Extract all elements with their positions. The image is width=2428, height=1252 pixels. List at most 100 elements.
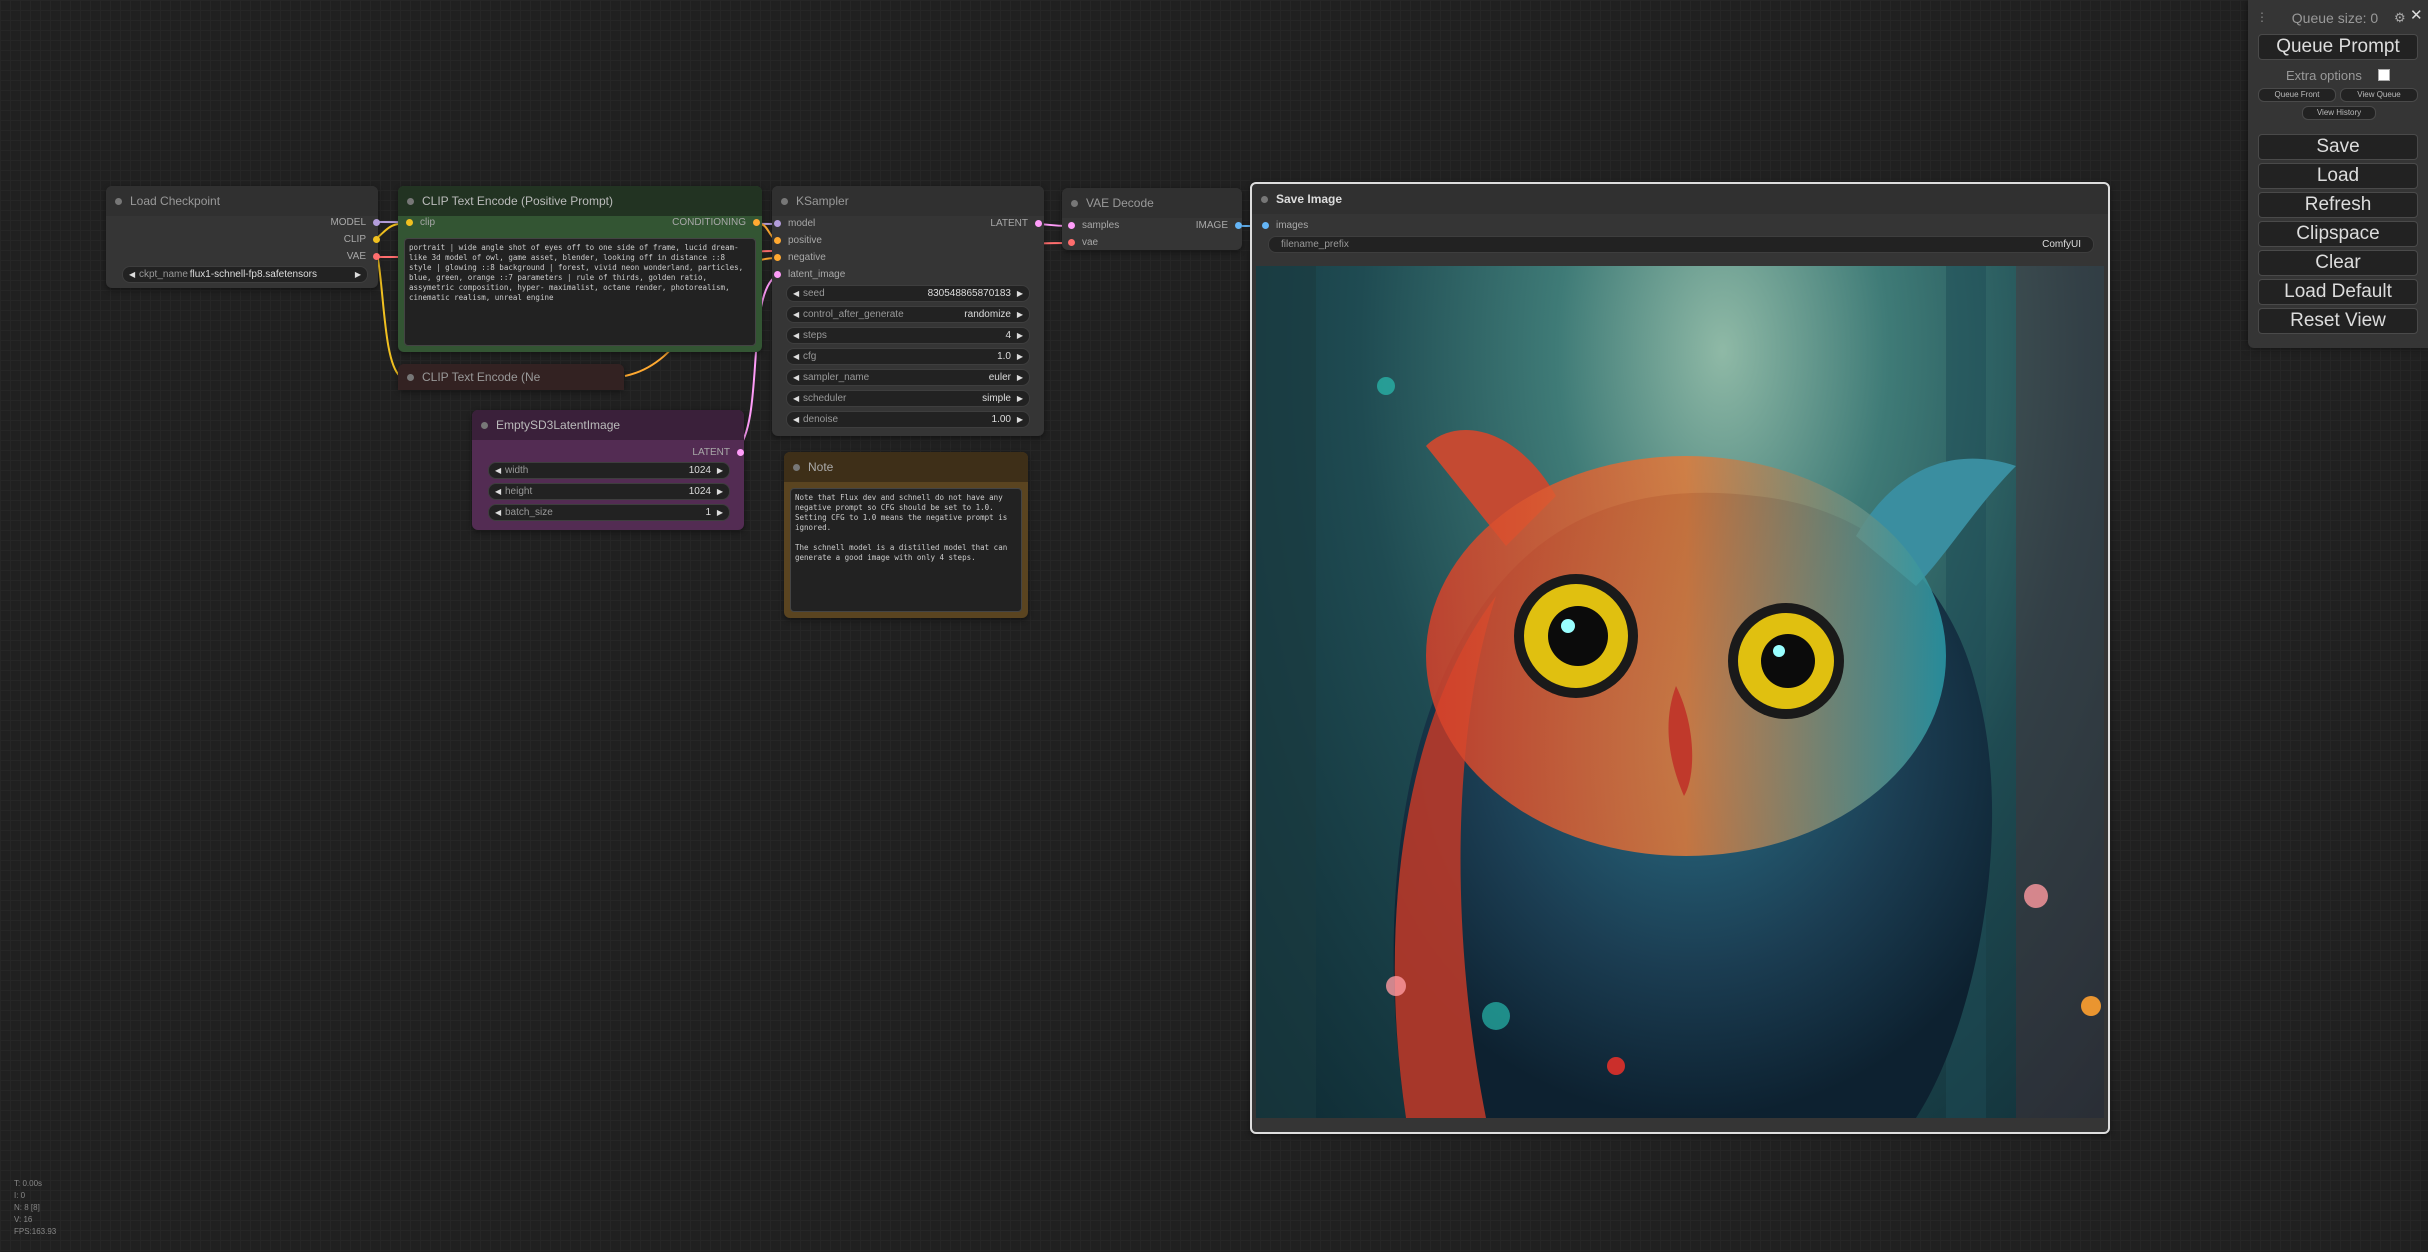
scheduler-widget[interactable]: ◀ scheduler simple ▶ (786, 390, 1030, 407)
height-widget[interactable]: ◀ height 1024 ▶ (488, 483, 730, 500)
note-textarea[interactable]: Note that Flux dev and schnell do not ha… (790, 488, 1022, 612)
port-dot[interactable] (737, 449, 744, 456)
view-history-button[interactable]: View History (2302, 106, 2376, 120)
port-dot[interactable] (1068, 222, 1075, 229)
queue-front-button[interactable]: Queue Front (2258, 88, 2336, 102)
steps-widget[interactable]: ◀ steps 4 ▶ (786, 327, 1030, 344)
node-title[interactable]: CLIP Text Encode (Ne (398, 364, 624, 390)
arrow-left-icon[interactable]: ◀ (793, 370, 799, 385)
collapse-dot[interactable] (115, 198, 122, 205)
node-title[interactable]: Load Checkpoint (106, 186, 378, 216)
arrow-right-icon[interactable]: ▶ (1017, 286, 1023, 301)
arrow-left-icon[interactable]: ◀ (495, 463, 501, 478)
collapse-dot[interactable] (481, 422, 488, 429)
output-vae[interactable]: VAE (286, 250, 380, 264)
node-empty-latent-image[interactable]: EmptySD3LatentImage LATENT ◀ width 1024 ▶ ◀… (472, 410, 744, 530)
node-clip-text-encode-negative[interactable]: CLIP Text Encode (Ne (398, 364, 624, 390)
collapse-dot[interactable] (1261, 196, 1268, 203)
port-dot[interactable] (373, 236, 380, 243)
arrow-left-icon[interactable]: ◀ (793, 328, 799, 343)
input-vae[interactable]: vae (1068, 236, 1098, 250)
port-dot[interactable] (406, 219, 413, 226)
view-queue-button[interactable]: View Queue (2340, 88, 2418, 102)
port-dot[interactable] (373, 219, 380, 226)
port-dot[interactable] (1262, 222, 1269, 229)
filename-prefix-widget[interactable]: filename_prefix ComfyUI (1268, 236, 2094, 253)
node-title[interactable]: Save Image (1252, 184, 2108, 214)
port-dot[interactable] (774, 271, 781, 278)
collapse-dot[interactable] (1071, 200, 1078, 207)
arrow-left-icon[interactable]: ◀ (495, 484, 501, 499)
arrow-left-icon[interactable]: ◀ (793, 349, 799, 364)
arrow-left-icon[interactable]: ◀ (793, 286, 799, 301)
output-image-preview[interactable] (1256, 266, 2104, 1118)
node-clip-text-encode-positive[interactable]: CLIP Text Encode (Positive Prompt) clip … (398, 186, 762, 352)
width-widget[interactable]: ◀ width 1024 ▶ (488, 462, 730, 479)
output-conditioning[interactable]: CONDITIONING (626, 216, 760, 230)
port-dot[interactable] (373, 253, 380, 260)
arrow-right-icon[interactable]: ▶ (1017, 349, 1023, 364)
input-images[interactable]: images (1262, 219, 1308, 233)
arrow-right-icon[interactable]: ▶ (1017, 370, 1023, 385)
arrow-right-icon[interactable]: ▶ (717, 505, 723, 520)
gear-icon[interactable]: ⚙ (2394, 10, 2406, 26)
port-dot[interactable] (774, 254, 781, 261)
output-latent[interactable]: LATENT (948, 217, 1042, 231)
port-dot[interactable] (774, 237, 781, 244)
clear-button[interactable]: Clear (2258, 250, 2418, 276)
control-after-generate-widget[interactable]: ◀ control_after_generate randomize ▶ (786, 306, 1030, 323)
close-icon[interactable]: ✕ (2410, 6, 2423, 24)
queue-prompt-button[interactable]: Queue Prompt (2258, 34, 2418, 60)
denoise-widget[interactable]: ◀ denoise 1.00 ▶ (786, 411, 1030, 428)
sampler-name-widget[interactable]: ◀ sampler_name euler ▶ (786, 369, 1030, 386)
input-clip[interactable]: clip (406, 216, 435, 230)
load-default-button[interactable]: Load Default (2258, 279, 2418, 305)
arrow-right-icon[interactable]: ▶ (1017, 391, 1023, 406)
node-ksampler[interactable]: KSampler model positive negative latent_… (772, 186, 1044, 436)
collapse-dot[interactable] (781, 198, 788, 205)
arrow-left-icon[interactable]: ◀ (793, 391, 799, 406)
arrow-right-icon[interactable]: ▶ (1017, 412, 1023, 427)
input-model[interactable]: model (774, 217, 815, 231)
extra-options-checkbox[interactable] (2378, 69, 2390, 81)
arrow-left-icon[interactable]: ◀ (495, 505, 501, 520)
port-dot[interactable] (1068, 239, 1075, 246)
node-load-checkpoint[interactable]: Load Checkpoint MODEL CLIP VAE ◀ ckpt_na… (106, 186, 380, 288)
node-note[interactable]: Note Note that Flux dev and schnell do n… (784, 452, 1028, 618)
input-samples[interactable]: samples (1068, 219, 1119, 233)
arrow-right-icon[interactable]: ▶ (355, 267, 361, 282)
batch-size-widget[interactable]: ◀ batch_size 1 ▶ (488, 504, 730, 521)
port-dot[interactable] (1235, 222, 1242, 229)
arrow-right-icon[interactable]: ▶ (717, 463, 723, 478)
node-title[interactable]: KSampler (772, 186, 1044, 216)
output-image[interactable]: IMAGE (1168, 219, 1242, 233)
collapse-dot[interactable] (407, 374, 414, 381)
refresh-button[interactable]: Refresh (2258, 192, 2418, 218)
arrow-right-icon[interactable]: ▶ (1017, 328, 1023, 343)
ckpt-name-widget[interactable]: ◀ ckpt_name flux1-schnell-fp8.safetensor… (122, 266, 368, 283)
arrow-left-icon[interactable]: ◀ (129, 267, 135, 282)
output-clip[interactable]: CLIP (286, 233, 380, 247)
clipspace-button[interactable]: Clipspace (2258, 221, 2418, 247)
cfg-widget[interactable]: ◀ cfg 1.0 ▶ (786, 348, 1030, 365)
arrow-left-icon[interactable]: ◀ (793, 307, 799, 322)
input-negative[interactable]: negative (774, 251, 826, 265)
drag-handle-icon[interactable]: ⋮ (2256, 10, 2268, 24)
port-dot[interactable] (753, 219, 760, 226)
output-model[interactable]: MODEL (286, 216, 380, 230)
node-title[interactable]: EmptySD3LatentImage (472, 410, 744, 440)
save-button[interactable]: Save (2258, 134, 2418, 160)
arrow-left-icon[interactable]: ◀ (793, 412, 799, 427)
load-button[interactable]: Load (2258, 163, 2418, 189)
port-dot[interactable] (1035, 220, 1042, 227)
collapse-dot[interactable] (407, 198, 414, 205)
prompt-textarea[interactable]: portrait | wide angle shot of eyes off t… (404, 238, 756, 346)
node-save-image[interactable]: Save Image images filename_prefix ComfyU… (1250, 182, 2110, 1134)
arrow-right-icon[interactable]: ▶ (1017, 307, 1023, 322)
node-title[interactable]: VAE Decode (1062, 188, 1242, 218)
reset-view-button[interactable]: Reset View (2258, 308, 2418, 334)
collapse-dot[interactable] (793, 464, 800, 471)
port-dot[interactable] (774, 220, 781, 227)
arrow-right-icon[interactable]: ▶ (717, 484, 723, 499)
node-title[interactable]: Note (784, 452, 1028, 482)
